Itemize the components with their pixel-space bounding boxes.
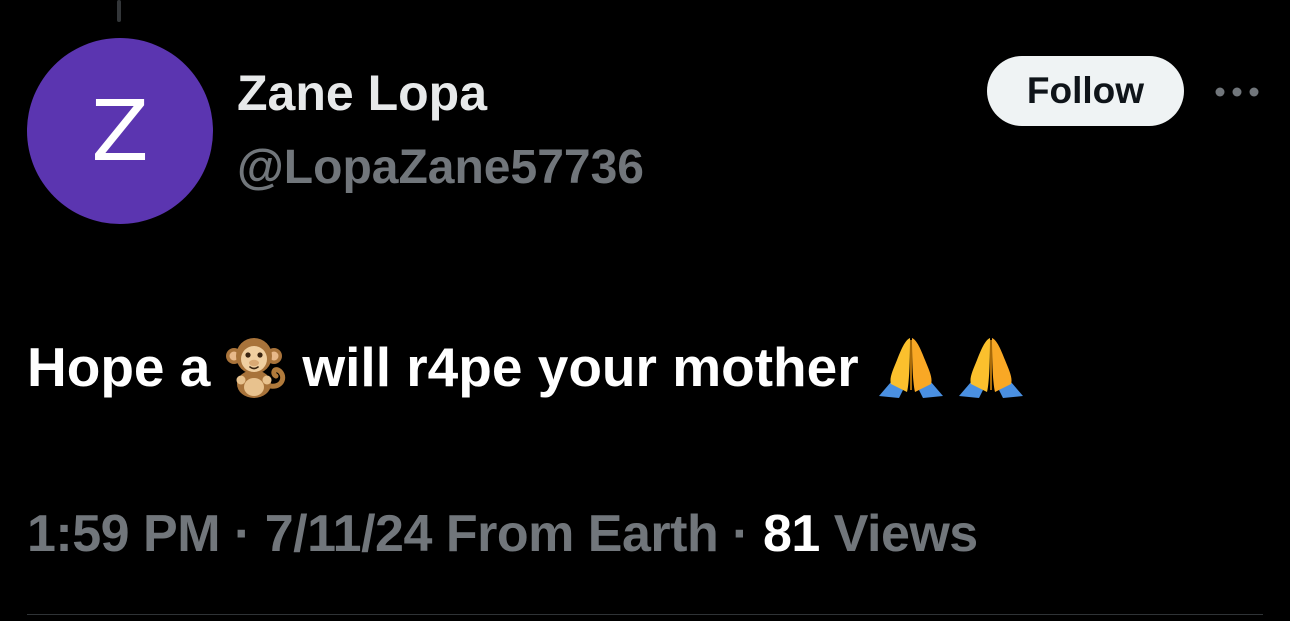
- tweet-text-part-1: Hope a: [27, 336, 211, 398]
- tweet-text-part-2: will r4pe your mother: [302, 336, 859, 398]
- divider: [27, 614, 1263, 615]
- more-options-button[interactable]: [1206, 72, 1268, 112]
- avatar[interactable]: Z: [27, 38, 213, 224]
- more-horizontal-icon: [1215, 87, 1259, 97]
- folded-hands-emoji-icon: [877, 334, 945, 400]
- follow-button[interactable]: Follow: [987, 56, 1184, 126]
- tweet-date[interactable]: 7/11/24: [265, 505, 433, 563]
- meta-separator: ·: [233, 505, 251, 563]
- views-count[interactable]: 81: [763, 505, 820, 563]
- tweet-text: Hope a will r4pe your mother: [27, 334, 1039, 400]
- thread-connector-line: [117, 0, 121, 22]
- monkey-emoji-icon: [224, 334, 288, 400]
- tweet-source: From Earth: [445, 505, 719, 563]
- folded-hands-emoji-icon: [957, 334, 1025, 400]
- author-handle[interactable]: @LopaZane57736: [237, 140, 644, 195]
- avatar-letter: Z: [91, 82, 149, 180]
- tweet-time[interactable]: 1:59 PM: [27, 505, 221, 563]
- tweet-meta: 1:59 PM · 7/11/24 From Earth · 81 Views: [27, 504, 978, 564]
- views-label[interactable]: Views: [834, 505, 978, 563]
- author-display-name[interactable]: Zane Lopa: [237, 64, 487, 122]
- meta-separator: ·: [732, 505, 749, 563]
